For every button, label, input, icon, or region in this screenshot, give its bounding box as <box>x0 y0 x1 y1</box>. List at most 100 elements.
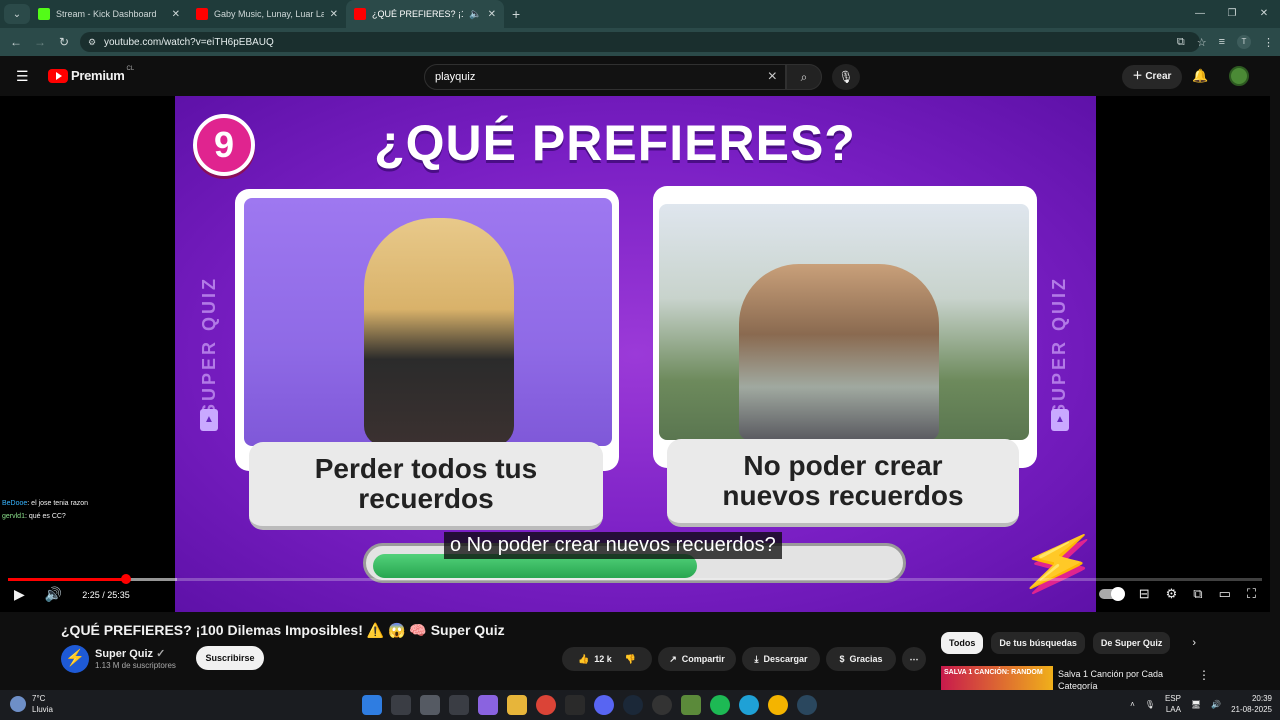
url-field[interactable]: ⚙ youtube.com/watch?v=eiTH6pEBAUQ <box>80 32 1200 52</box>
recommendation-thumbnail[interactable]: SALVA 1 CANCIÓN: RANDOM <box>941 666 1053 690</box>
clock[interactable]: 20:39 21-08-2025 <box>1231 693 1272 715</box>
dislike-icon[interactable]: 👎 <box>625 647 636 671</box>
close-tab-icon[interactable]: ✕ <box>488 9 496 20</box>
miniplayer-icon[interactable]: ⧉ <box>1193 586 1202 602</box>
play-icon[interactable]: ▶ <box>14 586 25 603</box>
network-icon[interactable]: 🖥 <box>1191 700 1201 709</box>
thanks-icon: $ <box>839 654 845 664</box>
discord-icon[interactable] <box>594 695 614 715</box>
spotify-icon[interactable] <box>710 695 730 715</box>
close-tab-icon[interactable]: ✕ <box>330 9 338 20</box>
more-actions-button[interactable]: ⋯ <box>902 647 926 671</box>
new-tab-button[interactable]: + <box>512 6 520 22</box>
search-value: playquiz <box>435 71 476 83</box>
video-title: ¿QUÉ PREFIERES? ¡100 Dilemas Imposibles!… <box>61 622 505 638</box>
search-taskbar-icon[interactable] <box>391 695 411 715</box>
voice-search-button[interactable]: 🎙 <box>832 64 860 90</box>
search-button[interactable]: ⌕ <box>786 64 822 90</box>
restore-icon[interactable]: ❐ <box>1216 0 1248 28</box>
chrome-alt-icon[interactable] <box>768 695 788 715</box>
browser-tab-quiz[interactable]: ¿QUÉ PREFIERES? ¡100 Dile 🔈 ✕ <box>346 0 504 28</box>
progress-scrubber[interactable] <box>8 574 1262 584</box>
youtube-premium-logo[interactable]: Premium CL <box>48 66 134 83</box>
chips-next-icon[interactable]: › <box>1192 632 1196 654</box>
tab-title: ¿QUÉ PREFIERES? ¡100 Dile <box>372 9 463 19</box>
video-info: ¿QUÉ PREFIERES? ¡100 Dilemas Imposibles!… <box>0 612 1280 692</box>
copilot-icon[interactable] <box>478 695 498 715</box>
clock-time: 20:39 <box>1251 694 1272 703</box>
scrubber-handle[interactable] <box>120 574 131 584</box>
profile-avatar[interactable]: T <box>1237 35 1251 49</box>
video-frame[interactable]: 9 ¿QUÉ PREFIERES? SUPER QUIZ ▲ SUPER QUI… <box>175 96 1096 612</box>
edge-icon[interactable] <box>739 695 759 715</box>
tray-chevron-icon[interactable]: ˄ <box>1130 700 1135 709</box>
like-count: 12 k <box>594 654 612 664</box>
chip-searches[interactable]: De tus búsquedas <box>991 632 1085 654</box>
channel-avatar[interactable]: ⚡ <box>61 645 89 673</box>
epic-games-icon[interactable] <box>565 695 585 715</box>
mic-tray-icon[interactable]: 🎙 <box>1145 700 1155 709</box>
search-input[interactable]: playquiz × <box>424 64 786 90</box>
microphone-icon: 🎙 <box>838 70 854 84</box>
close-window-icon[interactable]: ✕ <box>1248 0 1280 28</box>
speaker-icon[interactable]: 🔈 <box>469 9 481 20</box>
keyboard-language[interactable]: ESP LAA <box>1165 693 1181 715</box>
friends-figures <box>739 264 939 440</box>
channel-name[interactable]: Super Quiz ✓ <box>95 647 165 660</box>
start-icon[interactable] <box>362 695 382 715</box>
minimize-icon[interactable]: — <box>1184 0 1216 28</box>
steam-icon[interactable] <box>623 695 643 715</box>
browser-tab-music[interactable]: Gaby Music, Lunay, Luar La L - ✕ <box>188 0 346 28</box>
menu-dots-icon[interactable]: ⋮ <box>1263 36 1274 49</box>
settings-gear-icon[interactable]: ⚙ <box>1166 586 1178 602</box>
thanks-label: Gracias <box>849 654 883 664</box>
window-controls: — ❐ ✕ <box>1184 0 1280 28</box>
chat-user: BeDooe <box>2 500 28 507</box>
bookmark-star-icon[interactable]: ☆ <box>1197 36 1207 49</box>
captions-icon[interactable]: ⊟ <box>1139 586 1150 602</box>
volume-icon[interactable]: 🔊 <box>45 586 62 603</box>
subscribe-button[interactable]: Suscribirse <box>196 646 264 670</box>
player-controls-left: ▶ 🔊 2:25 / 25:35 <box>14 586 130 603</box>
file-explorer-icon[interactable] <box>507 695 527 715</box>
video-player[interactable]: 9 ¿QUÉ PREFIERES? SUPER QUIZ ▲ SUPER QUI… <box>0 96 1270 612</box>
side-label-left: SUPER QUIZ <box>199 276 219 417</box>
download-button[interactable]: ⤓ Descargar <box>742 647 820 671</box>
forward-icon[interactable]: → <box>28 35 52 49</box>
account-avatar[interactable] <box>1229 66 1249 86</box>
reload-icon[interactable]: ↻ <box>52 35 76 49</box>
like-button[interactable]: 👍 12 k 👎 <box>562 647 652 671</box>
install-icon[interactable]: ⧉ <box>1177 36 1185 49</box>
task-view-icon[interactable] <box>449 695 469 715</box>
theater-mode-icon[interactable]: ▭ <box>1219 586 1231 602</box>
media-control-icon[interactable]: ≡ <box>1219 36 1225 48</box>
notifications-bell-icon[interactable]: 🔔 <box>1192 68 1208 84</box>
steam-alt-icon[interactable] <box>797 695 817 715</box>
browser-tab-kick[interactable]: Stream - Kick Dashboard ✕ <box>30 0 188 28</box>
download-icon: ⤓ <box>754 654 759 664</box>
option-b-label: No poder crear nuevos recuerdos <box>667 439 1019 527</box>
fullscreen-icon[interactable]: ⛶ <box>1247 586 1256 602</box>
autoplay-toggle[interactable] <box>1098 587 1125 601</box>
site-info-icon[interactable]: ⚙ <box>88 37 98 47</box>
chip-channel[interactable]: De Super Quiz <box>1092 632 1171 654</box>
hamburger-menu-icon[interactable]: ☰ <box>16 68 29 85</box>
create-button[interactable]: ＋ Crear <box>1122 65 1182 89</box>
chrome-icon[interactable] <box>536 695 556 715</box>
close-tab-icon[interactable]: ✕ <box>172 9 180 20</box>
back-icon[interactable]: ← <box>4 35 28 49</box>
tab-search-button[interactable]: ⌄ <box>4 4 30 24</box>
widgets-icon[interactable] <box>420 695 440 715</box>
minecraft-icon[interactable] <box>681 695 701 715</box>
taskbar-apps <box>362 695 817 715</box>
clear-search-icon[interactable]: × <box>768 65 777 89</box>
thanks-button[interactable]: $ Gracias <box>826 647 896 671</box>
volume-tray-icon[interactable]: 🔊 <box>1211 700 1221 709</box>
recommendation-title[interactable]: Salva 1 Canción por Cada Categoría <box>1058 668 1188 692</box>
share-button[interactable]: ↗ Compartir <box>658 647 736 671</box>
chip-todos[interactable]: Todos <box>941 632 984 654</box>
recommendation-menu-icon[interactable]: ⋮ <box>1198 668 1210 682</box>
chat-user: gervld1 <box>2 513 25 520</box>
obs-icon[interactable] <box>652 695 672 715</box>
weather-widget[interactable]: 7°C Lluvia <box>10 693 53 715</box>
